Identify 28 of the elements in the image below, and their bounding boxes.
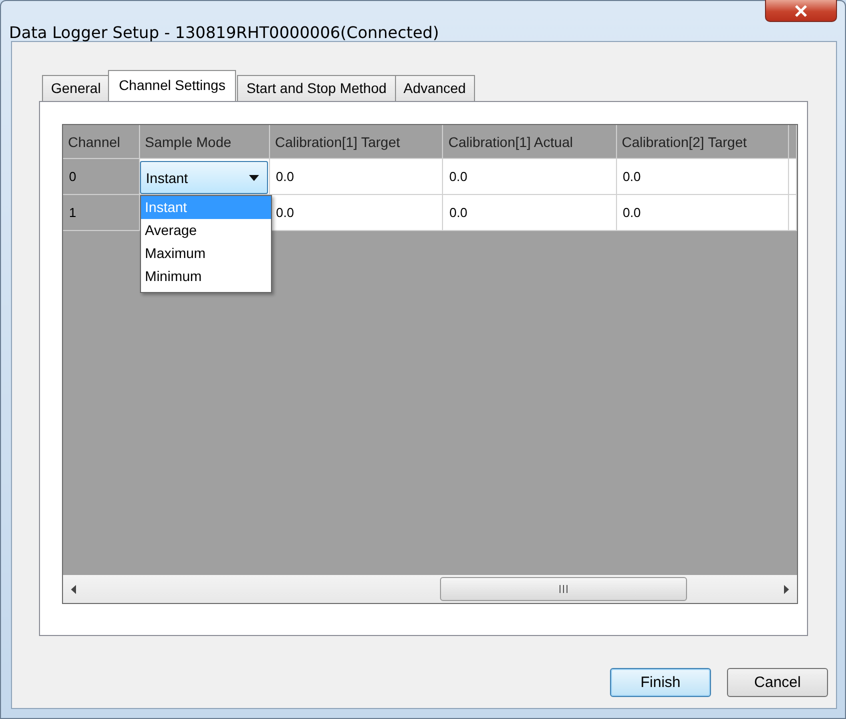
horizontal-scrollbar[interactable] (63, 575, 797, 603)
grip-icon (559, 585, 568, 593)
close-icon (794, 4, 808, 16)
sample-mode-dropdown[interactable]: Instant (140, 161, 268, 194)
table-cell: 0.0 (616, 195, 790, 231)
table-cell: 0.0 (443, 159, 617, 195)
tab[interactable]: Start and Stop Method (237, 75, 396, 101)
table-cell: 0.0 (616, 159, 790, 195)
row-header-cell: 1 (63, 195, 140, 231)
scrollbar-thumb[interactable] (440, 577, 687, 601)
tab[interactable]: Channel Settings (108, 70, 236, 101)
scroll-right-icon[interactable] (783, 584, 789, 594)
table-cell (789, 159, 798, 195)
table-cell: 0.0 (443, 195, 617, 231)
table-cell: 0.0 (270, 159, 444, 195)
tab[interactable]: General (42, 75, 110, 101)
row-header-cell: 0 (63, 159, 140, 195)
dialog-button[interactable]: Finish (610, 668, 711, 697)
dialog-button[interactable]: Cancel (727, 668, 828, 697)
window-title: Data Logger Setup - 130819RHT0000006(Connected) (9, 23, 439, 42)
dropdown-option[interactable]: Maximum (140, 242, 271, 265)
scroll-left-icon[interactable] (71, 584, 77, 594)
table-cell: 0.0 (270, 195, 444, 231)
dropdown-option[interactable]: Minimum (140, 265, 271, 288)
dropdown-option[interactable]: Average (140, 219, 271, 242)
caret-icon (248, 174, 259, 180)
tab[interactable]: Advanced (394, 75, 475, 101)
close-button[interactable] (765, 0, 837, 22)
